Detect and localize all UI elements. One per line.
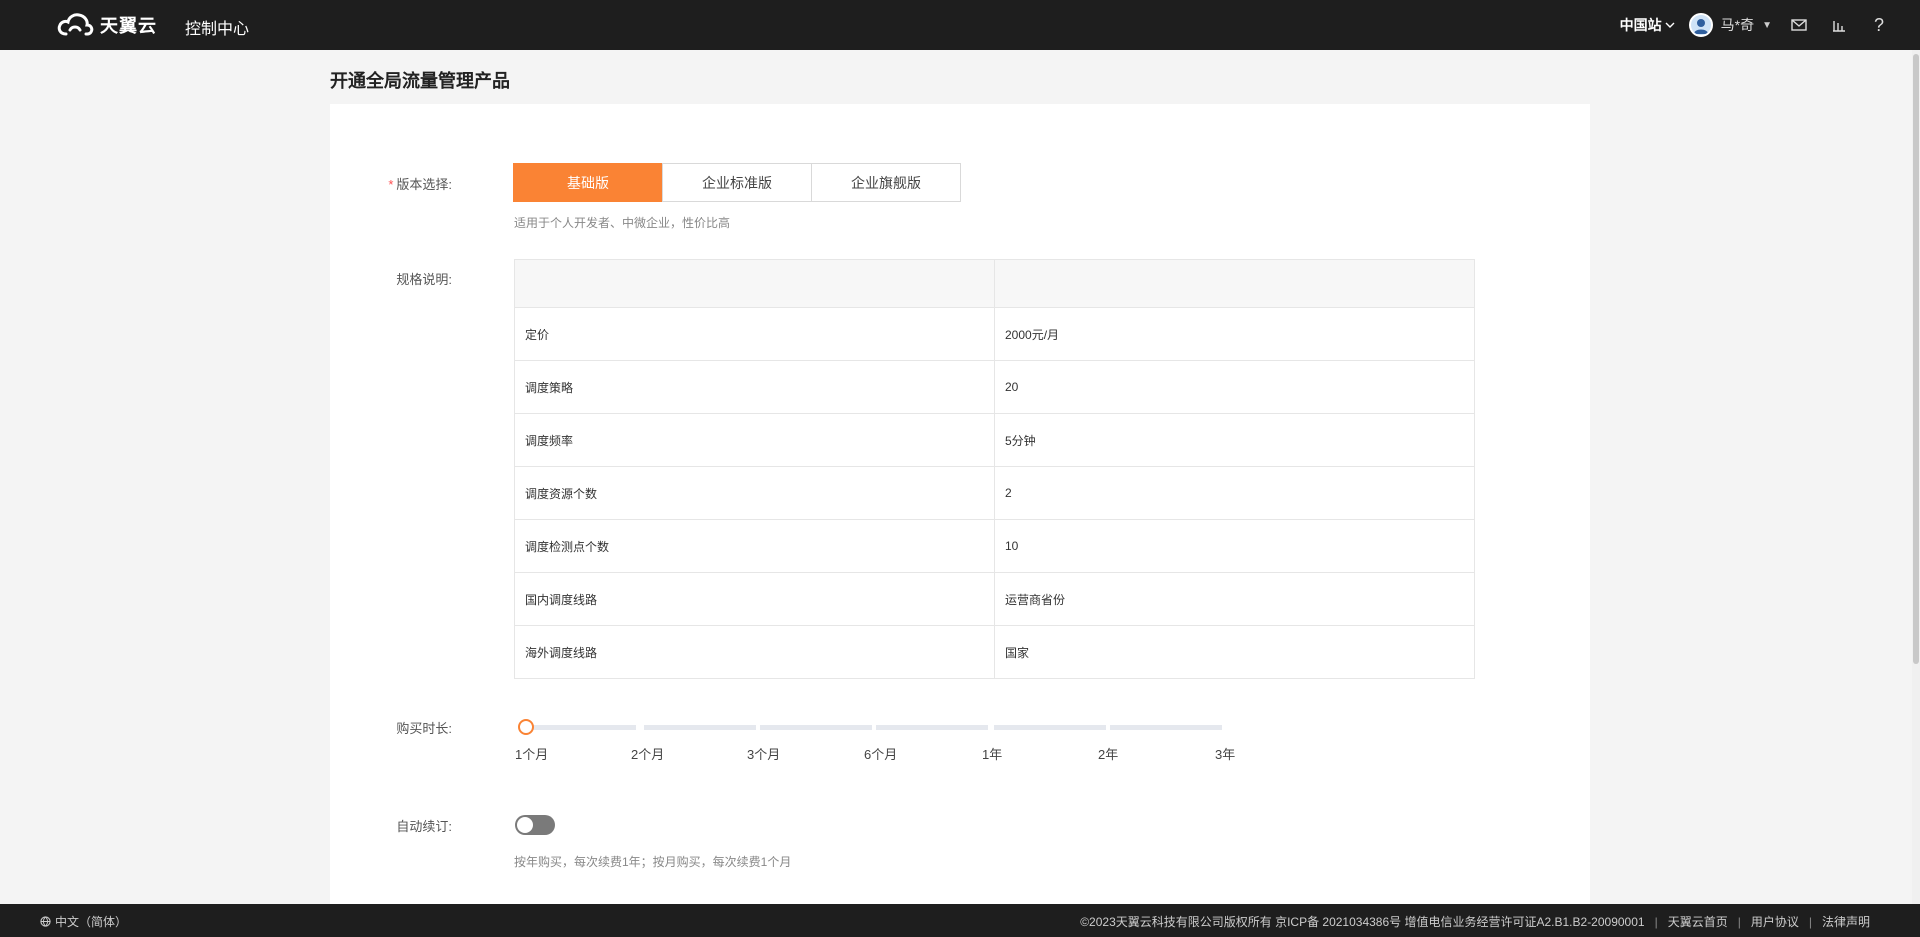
page-scrollbar[interactable] xyxy=(1912,50,1920,904)
slider-handle[interactable] xyxy=(518,719,534,735)
globe-icon xyxy=(40,916,51,927)
table-row: 调度策略 20 xyxy=(514,360,1475,414)
toggle-knob xyxy=(517,817,533,833)
logo[interactable]: 天翼云 xyxy=(56,12,157,38)
spec-name: 海外调度线路 xyxy=(514,625,995,679)
auto-renew-toggle[interactable] xyxy=(515,815,555,835)
scrollbar-thumb[interactable] xyxy=(1913,54,1919,664)
duration-option-2-months[interactable]: 2个月 xyxy=(631,744,664,763)
spec-name: 调度检测点个数 xyxy=(514,519,995,573)
duration-option-1-year[interactable]: 1年 xyxy=(982,744,1002,763)
divider: | xyxy=(1654,914,1658,929)
spec-name: 调度频率 xyxy=(514,413,995,467)
spec-value: 20 xyxy=(994,360,1475,414)
avatar xyxy=(1688,13,1713,37)
version-option-basic[interactable]: 基础版 xyxy=(513,163,663,202)
slider-segment[interactable] xyxy=(760,725,872,730)
region-selector[interactable]: 中国站 xyxy=(1620,15,1675,35)
spec-value: 运营商省份 xyxy=(994,572,1475,626)
copyright-text: ©2023天翼云科技有限公司版权所有 京ICP备 2021034386号 增值电… xyxy=(1080,915,1645,929)
bar-chart-icon[interactable] xyxy=(1826,12,1852,38)
duration-option-3-months[interactable]: 3个月 xyxy=(747,744,780,763)
table-row: 调度资源个数 2 xyxy=(514,466,1475,520)
caret-down-icon: ▼ xyxy=(1762,19,1772,31)
slider-segment[interactable] xyxy=(524,725,636,730)
slider-segment[interactable] xyxy=(994,725,1106,730)
spec-value: 国家 xyxy=(994,625,1475,679)
divider: | xyxy=(1737,914,1741,929)
auto-renew-hint: 按年购买，每次续费1年；按月购买，每次续费1个月 xyxy=(514,855,792,869)
nav-console-link[interactable]: 控制中心 xyxy=(185,15,249,39)
table-row: 定价 2000元/月 xyxy=(514,307,1475,361)
region-label: 中国站 xyxy=(1619,17,1662,33)
spec-value: 2000元/月 xyxy=(994,307,1475,361)
version-label: * 版本选择: xyxy=(332,174,452,193)
username: 马*奇 xyxy=(1720,17,1755,33)
user-avatar-icon xyxy=(1693,19,1708,34)
duration-option-3-years[interactable]: 3年 xyxy=(1215,744,1235,763)
table-row: 调度检测点个数 10 xyxy=(514,519,1475,573)
spec-name: 国内调度线路 xyxy=(514,572,995,626)
duration-slider[interactable] xyxy=(514,719,1230,735)
table-row: 海外调度线路 国家 xyxy=(514,625,1475,679)
logo-text: 天翼云 xyxy=(100,16,157,36)
footer-link-legal[interactable]: 法律声明 xyxy=(1822,913,1870,930)
duration-option-2-years[interactable]: 2年 xyxy=(1098,744,1118,763)
spec-name: 定价 xyxy=(514,307,995,361)
footer-link-home[interactable]: 天翼云首页 xyxy=(1668,913,1728,930)
divider: | xyxy=(1808,914,1812,929)
mail-icon[interactable] xyxy=(1786,12,1812,38)
spec-value: 2 xyxy=(994,466,1475,520)
required-asterisk: * xyxy=(388,177,394,192)
table-header-cell xyxy=(994,259,1475,308)
footer: 中文（简体） ©2023天翼云科技有限公司版权所有 京ICP备 20210343… xyxy=(0,904,1920,937)
user-menu[interactable]: 马*奇 ▼ xyxy=(1688,13,1772,37)
page-title: 开通全局流量管理产品 xyxy=(330,71,510,91)
duration-option-1-month[interactable]: 1个月 xyxy=(515,744,548,763)
table-row: 国内调度线路 运营商省份 xyxy=(514,572,1475,626)
version-label-text: 版本选择: xyxy=(396,177,452,192)
top-navigation-bar: 天翼云 控制中心 中国站 马*奇 ▼ ? xyxy=(0,0,1920,50)
spec-label: 规格说明: xyxy=(396,272,452,287)
slider-segment[interactable] xyxy=(1110,725,1222,730)
slider-segment[interactable] xyxy=(876,725,988,730)
language-selector[interactable]: 中文（简体） xyxy=(40,913,127,930)
version-hint: 适用于个人开发者、中微企业，性价比高 xyxy=(514,216,731,230)
auto-renew-label: 自动续订: xyxy=(396,819,452,834)
table-header-cell xyxy=(514,259,995,308)
table-header-row xyxy=(514,259,1475,308)
language-label: 中文（简体） xyxy=(55,915,128,929)
version-option-enterprise-standard[interactable]: 企业标准版 xyxy=(662,163,812,202)
duration-label: 购买时长: xyxy=(396,721,452,736)
chevron-down-icon xyxy=(1665,22,1675,28)
slider-segment[interactable] xyxy=(644,725,756,730)
duration-option-6-months[interactable]: 6个月 xyxy=(864,744,897,763)
table-row: 调度频率 5分钟 xyxy=(514,413,1475,467)
spec-value: 5分钟 xyxy=(994,413,1475,467)
footer-link-user-agreement[interactable]: 用户协议 xyxy=(1751,913,1799,930)
spec-table: 定价 2000元/月 调度策略 20 调度频率 5分钟 调度资源个数 2 调度检… xyxy=(514,259,1475,679)
spec-name: 调度策略 xyxy=(514,360,995,414)
version-option-enterprise-flagship[interactable]: 企业旗舰版 xyxy=(811,163,961,202)
cloud-logo-icon xyxy=(57,13,94,36)
spec-name: 调度资源个数 xyxy=(514,466,995,520)
version-selector: 基础版 企业标准版 企业旗舰版 xyxy=(513,163,961,202)
help-icon[interactable]: ? xyxy=(1866,12,1892,38)
spec-value: 10 xyxy=(994,519,1475,573)
